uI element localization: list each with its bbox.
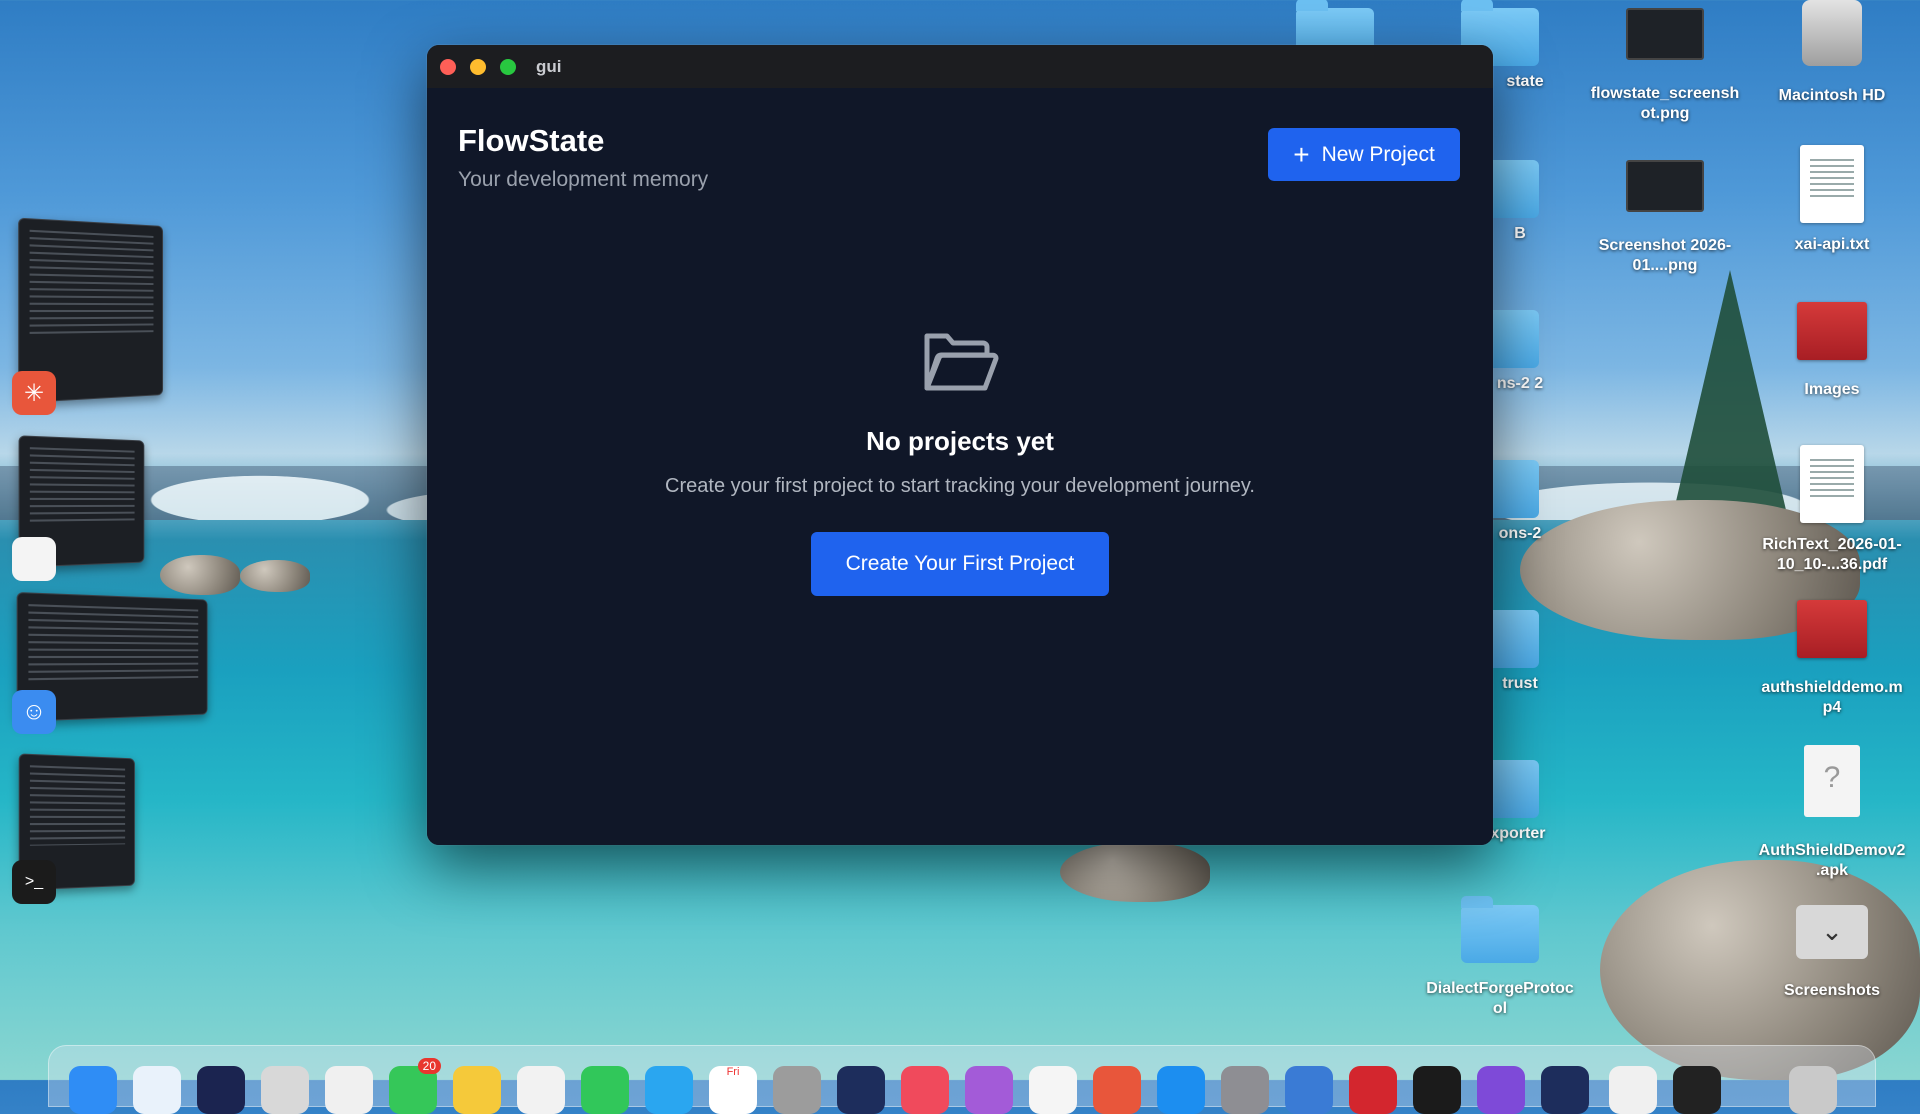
new-project-label: New Project <box>1321 142 1435 166</box>
desktop-item[interactable]: authshielddemo.mp4 <box>1757 600 1907 718</box>
desktop-item[interactable]: Macintosh HD <box>1757 0 1907 106</box>
desktop-item[interactable]: ⌄ Screenshots <box>1757 905 1907 1001</box>
desktop-item-label: authshielddemo.mp4 <box>1761 679 1903 716</box>
desktop-item-label: Screenshots <box>1783 982 1881 999</box>
app-dock-icon[interactable] <box>837 1066 885 1114</box>
video-file-icon <box>1797 600 1867 658</box>
stage-manager-window[interactable] <box>12 435 150 581</box>
app-dock-icon[interactable] <box>1673 1066 1721 1114</box>
photos-dock-icon[interactable] <box>517 1066 565 1114</box>
terminal-dock-icon[interactable] <box>1413 1066 1461 1114</box>
text-file-icon <box>1800 145 1864 223</box>
folder-icon <box>1461 896 1539 963</box>
stage-manager-window[interactable]: ✳ <box>12 217 170 415</box>
window-titlebar[interactable]: gui <box>427 45 1493 88</box>
claude-dock-icon[interactable] <box>1093 1066 1141 1114</box>
app-dock-icon[interactable] <box>1029 1066 1077 1114</box>
app-subtitle: Your development memory <box>458 168 709 191</box>
desktop-item-label: AuthShieldDemov2.apk <box>1758 842 1906 879</box>
empty-state-description: Create your first project to start track… <box>665 475 1255 497</box>
desktop-item[interactable]: xai-api.txt <box>1757 145 1907 255</box>
desktop-item[interactable]: RichText_2026-01-10_10-...36.pdf <box>1757 445 1907 575</box>
desktop-item[interactable]: flowstate_screenshot.png <box>1590 8 1740 124</box>
app-dock-icon[interactable] <box>261 1066 309 1114</box>
notes-app-icon <box>12 537 56 581</box>
terminal-app-icon: >_ <box>12 860 56 904</box>
desktop-item[interactable]: Screenshot 2026-01....png <box>1590 160 1740 276</box>
desktop-item[interactable]: DialectForgeProtocol <box>1425 896 1575 1019</box>
messages-badge: 20 <box>417 1058 441 1074</box>
image-file-icon <box>1626 8 1704 60</box>
minimize-button[interactable] <box>470 58 486 75</box>
desktop-item[interactable]: ? AuthShieldDemov2.apk <box>1757 745 1907 881</box>
empty-state: No projects yet Create your first projec… <box>427 328 1493 596</box>
new-project-button[interactable]: + New Project <box>1268 128 1460 181</box>
app-dock-icon[interactable] <box>1285 1066 1333 1114</box>
plus-icon: + <box>1293 138 1310 170</box>
wallpaper-rock <box>1060 842 1210 902</box>
folder-open-icon <box>921 328 999 396</box>
create-first-project-button[interactable]: Create Your First Project <box>811 532 1109 596</box>
image-file-icon <box>1626 160 1704 212</box>
desktop-item-label: RichText_2026-01-10_10-...36.pdf <box>1762 536 1902 573</box>
app-dock-icon[interactable] <box>1477 1066 1525 1114</box>
claude-app-icon: ✳ <box>12 371 56 415</box>
image-stack-icon <box>1797 302 1867 360</box>
window-title: gui <box>536 56 562 76</box>
app-dock-icon[interactable] <box>325 1066 373 1114</box>
app-dock-icon[interactable] <box>197 1066 245 1114</box>
desktop-item-label: DialectForgeProtocol <box>1426 980 1574 1017</box>
messages-dock-icon[interactable]: 20 <box>389 1058 441 1114</box>
desktop-item-label: Macintosh HD <box>1778 87 1886 104</box>
chevron-down-icon: ⌄ <box>1796 905 1868 959</box>
wallpaper-rock <box>160 555 240 595</box>
desktop-item-label: Images <box>1804 381 1860 398</box>
hard-drive-icon <box>1802 0 1862 66</box>
stage-manager-window[interactable]: ☺ <box>12 591 218 734</box>
app-dock-icon[interactable] <box>773 1066 821 1114</box>
calendar-dock-icon[interactable]: Fri <box>709 1066 757 1114</box>
app-window: gui FlowState Your development memory + … <box>427 45 1493 845</box>
empty-state-title: No projects yet <box>866 426 1054 456</box>
music-dock-icon[interactable] <box>901 1066 949 1114</box>
app-dock-icon[interactable] <box>1541 1066 1589 1114</box>
desktop-item-label: flowstate_screenshot.png <box>1590 85 1740 122</box>
dock: 20 Fri <box>48 1045 1876 1114</box>
trash-dock-icon[interactable] <box>1789 1066 1837 1114</box>
finder-app-icon: ☺ <box>12 690 56 734</box>
app-title: FlowState <box>458 123 605 158</box>
app-dock-icon[interactable] <box>645 1066 693 1114</box>
finder-dock-icon[interactable] <box>69 1066 117 1114</box>
close-button[interactable] <box>440 58 456 75</box>
pdf-file-icon <box>1800 445 1864 523</box>
apk-file-icon: ? <box>1804 745 1860 817</box>
notes-dock-icon[interactable] <box>453 1066 501 1114</box>
app-content: FlowState Your development memory + New … <box>427 88 1493 845</box>
wallpaper-rock <box>240 560 310 592</box>
zoom-button[interactable] <box>500 58 516 75</box>
desktop-item-label: xai-api.txt <box>1794 236 1870 253</box>
stage-manager-window[interactable]: >_ <box>12 753 140 904</box>
app-dock-icon[interactable] <box>1349 1066 1397 1114</box>
safari-dock-icon[interactable] <box>133 1066 181 1114</box>
podcasts-dock-icon[interactable] <box>965 1066 1013 1114</box>
settings-dock-icon[interactable] <box>1221 1066 1269 1114</box>
facetime-dock-icon[interactable] <box>581 1066 629 1114</box>
app-store-dock-icon[interactable] <box>1157 1066 1205 1114</box>
desktop-item[interactable]: Images <box>1757 302 1907 400</box>
desktop-item-label: Screenshot 2026-01....png <box>1598 237 1732 274</box>
app-dock-icon[interactable] <box>1609 1066 1657 1114</box>
